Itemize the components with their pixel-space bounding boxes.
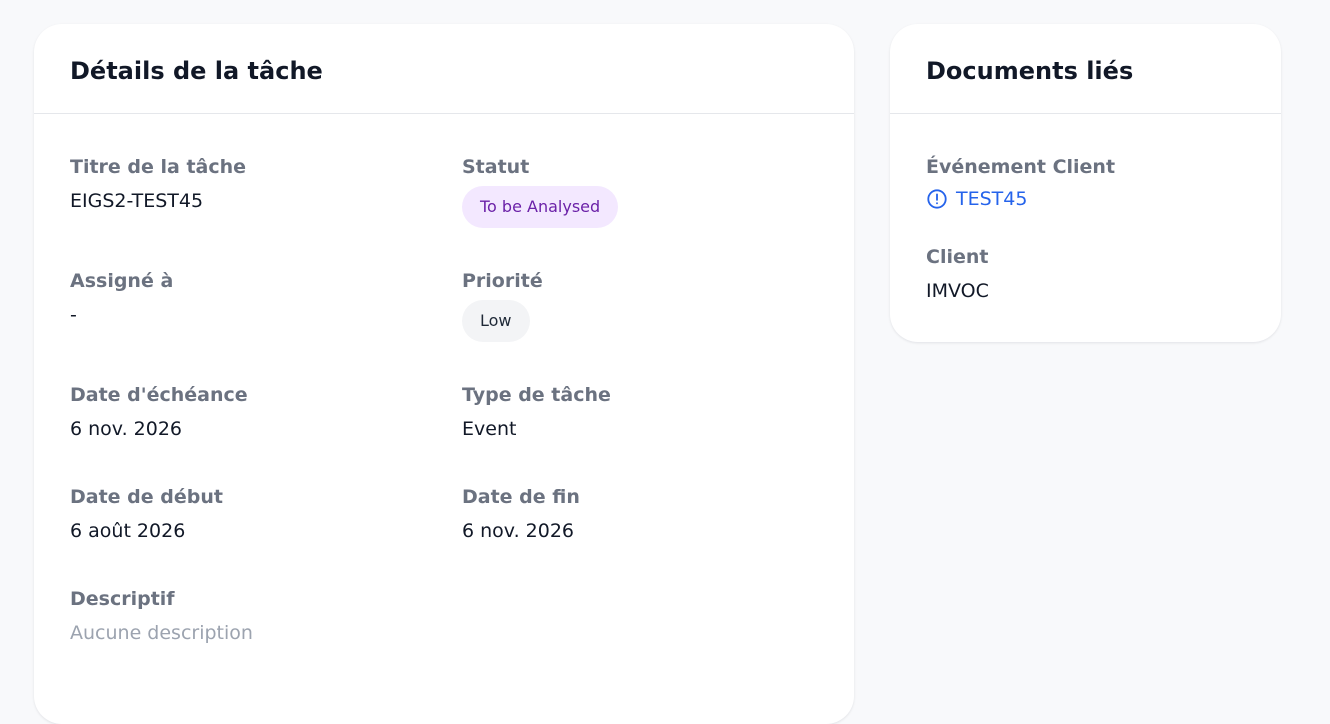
task-type-value: Event [462, 418, 517, 440]
alert-circle-icon [926, 188, 948, 210]
start-date-value: 6 août 2026 [70, 520, 186, 542]
linked-documents-card: Documents liés Événement Client TEST45 C… [890, 24, 1281, 342]
status-field: Statut To be Analysed [462, 154, 619, 228]
task-details-card: Détails de la tâche Titre de la tâche EI… [34, 24, 854, 724]
priority-label: Priorité [462, 270, 543, 292]
start-date-label: Date de début [70, 486, 223, 508]
task-title-label: Titre de la tâche [70, 156, 247, 178]
priority-field: Priorité Low [462, 268, 543, 342]
task-title-field: Titre de la tâche EIGS2-TEST45 [70, 154, 246, 214]
end-date-value: 6 nov. 2026 [462, 520, 574, 542]
due-date-value: 6 nov. 2026 [70, 418, 182, 440]
client-event-link[interactable]: TEST45 [926, 186, 1027, 212]
due-date-label: Date d'échéance [70, 384, 248, 406]
client-label: Client [926, 246, 989, 268]
client-event-field: Événement Client TEST45 [926, 154, 1115, 214]
linked-documents-header: Documents liés [890, 24, 1281, 114]
due-date-field: Date d'échéance 6 nov. 2026 [70, 382, 248, 442]
client-event-label: Événement Client [926, 156, 1116, 178]
client-field: Client IMVOC [926, 244, 989, 304]
client-value: IMVOC [926, 280, 989, 302]
assigned-value: - [70, 304, 77, 326]
end-date-field: Date de fin 6 nov. 2026 [462, 484, 580, 544]
linked-documents-title: Documents liés [926, 57, 1134, 85]
task-type-field: Type de tâche Event [462, 382, 611, 442]
client-event-link-text: TEST45 [956, 188, 1028, 210]
task-type-label: Type de tâche [462, 384, 611, 406]
task-details-header: Détails de la tâche [34, 24, 854, 114]
start-date-field: Date de début 6 août 2026 [70, 484, 223, 544]
description-value: Aucune description [70, 622, 253, 644]
end-date-label: Date de fin [462, 486, 580, 508]
assigned-label: Assigné à [70, 270, 174, 292]
task-details-title: Détails de la tâche [70, 57, 323, 85]
status-label: Statut [462, 156, 530, 178]
status-badge: To be Analysed [462, 186, 619, 228]
assigned-field: Assigné à - [70, 268, 173, 328]
description-field: Descriptif Aucune description [70, 586, 253, 646]
priority-badge: Low [462, 300, 530, 342]
description-label: Descriptif [70, 588, 175, 610]
task-title-value: EIGS2-TEST45 [70, 190, 204, 212]
